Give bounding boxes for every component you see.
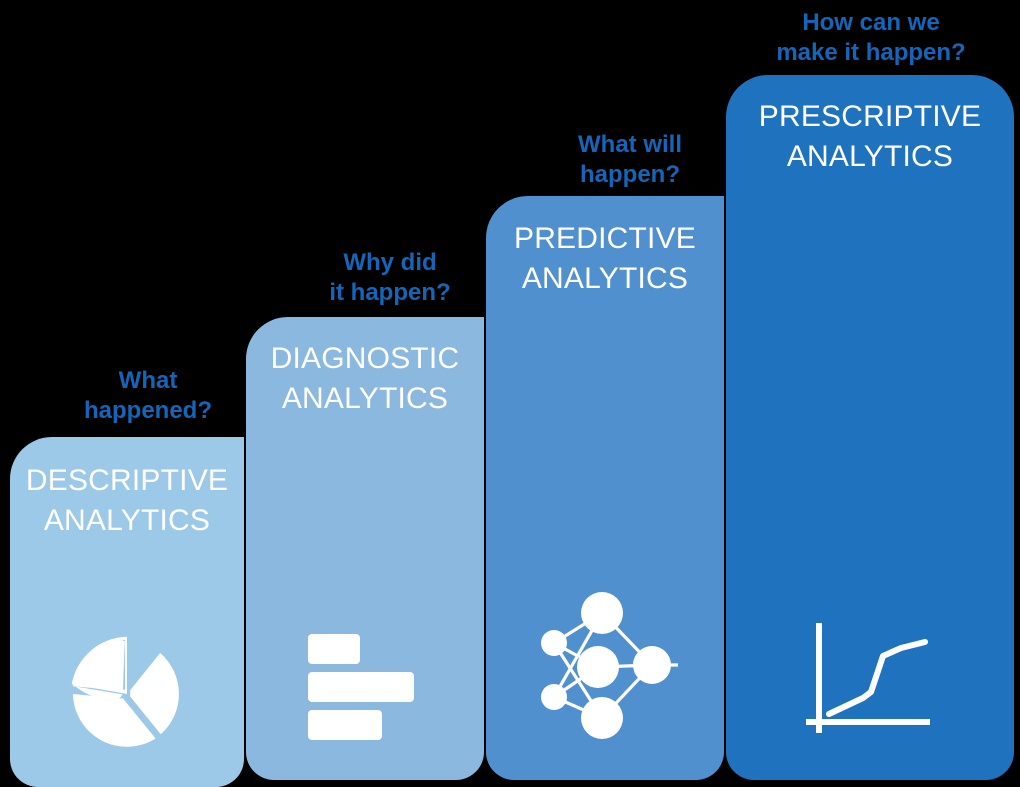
question-label-diagnostic: Why did it happen?: [329, 249, 451, 306]
pie-chart-icon: [10, 629, 244, 759]
line-chart-icon: [726, 622, 1014, 740]
question-label-prescriptive: How can we make it happen?: [776, 9, 966, 66]
bar-chart-icon: [246, 632, 484, 742]
diagram-canvas: What happened? Why did it happen? What w…: [0, 0, 1020, 787]
stage-column-prescriptive[interactable]: PRESCRIPTIVE ANALYTICS: [726, 75, 1014, 780]
question-label-predictive: What will happen?: [578, 131, 682, 188]
stage-column-descriptive[interactable]: DESCRIPTIVE ANALYTICS: [10, 437, 244, 787]
stage-title-predictive: PREDICTIVE ANALYTICS: [513, 222, 697, 295]
question-label-descriptive: What happened?: [83, 367, 212, 424]
stage-title-diagnostic: DIAGNOSTIC ANALYTICS: [270, 342, 460, 415]
stage-column-diagnostic[interactable]: DIAGNOSTIC ANALYTICS: [246, 317, 484, 780]
stage-title-descriptive: DESCRIPTIVE ANALYTICS: [25, 464, 229, 537]
stage-column-predictive[interactable]: PREDICTIVE ANALYTICS: [486, 196, 724, 780]
stage-title-prescriptive: PRESCRIPTIVE ANALYTICS: [758, 100, 982, 173]
neural-network-icon: [486, 585, 724, 750]
